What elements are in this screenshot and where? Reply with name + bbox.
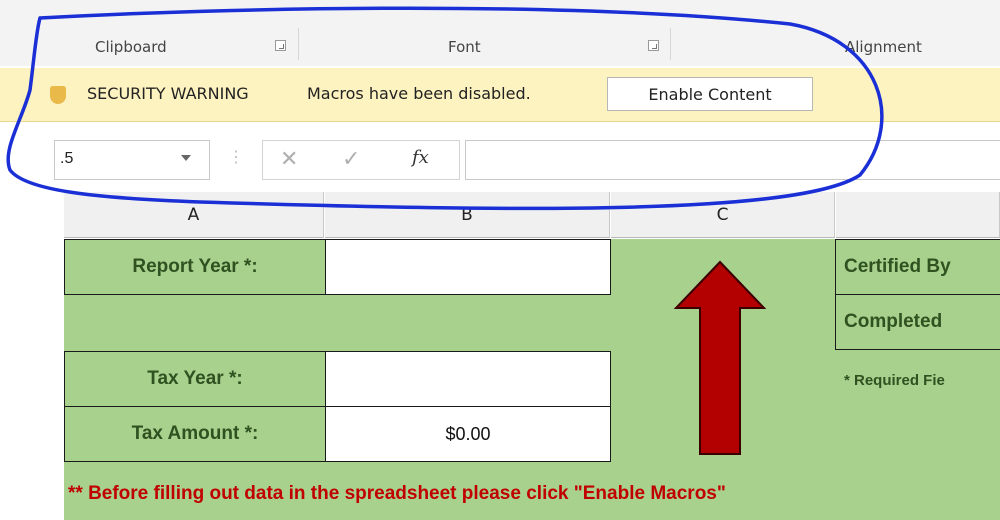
ribbon-group-font-label: Font xyxy=(448,38,481,56)
insert-function-icon[interactable]: fx xyxy=(412,147,429,168)
tax-year-label: Tax Year *: xyxy=(64,351,326,407)
tax-amount-input[interactable]: $0.00 xyxy=(325,406,611,462)
tax-year-input[interactable] xyxy=(325,351,611,407)
required-fields-note: * Required Fie xyxy=(844,372,945,389)
formula-bar-grip[interactable]: ⋮ xyxy=(228,147,244,167)
enable-macros-note: ** Before filling out data in the spread… xyxy=(68,483,726,504)
font-dialog-launcher-icon[interactable] xyxy=(648,40,659,51)
enter-icon[interactable]: ✓ xyxy=(342,146,360,172)
formula-input[interactable] xyxy=(465,140,1000,180)
certified-by-label: Certified By xyxy=(835,239,1000,295)
tax-amount-label: Tax Amount *: xyxy=(64,406,326,462)
column-header-c[interactable]: C xyxy=(611,192,835,238)
enable-content-button[interactable]: Enable Content xyxy=(607,77,813,111)
security-warning-title: SECURITY WARNING xyxy=(87,84,249,103)
column-header-d[interactable] xyxy=(836,192,1000,238)
column-header-a[interactable]: A xyxy=(64,192,324,238)
report-year-label: Report Year *: xyxy=(64,239,326,295)
name-box-value: .5 xyxy=(60,150,74,167)
ribbon-group-clipboard-label: Clipboard xyxy=(95,38,167,56)
completed-label: Completed xyxy=(835,294,1000,350)
ribbon: Clipboard Font Alignment xyxy=(0,0,1000,66)
clipboard-dialog-launcher-icon[interactable] xyxy=(275,40,286,51)
dropdown-arrow-icon[interactable] xyxy=(181,155,191,161)
column-header-b[interactable]: B xyxy=(325,192,610,238)
ribbon-divider xyxy=(670,28,671,60)
security-warning-message: Macros have been disabled. xyxy=(307,84,531,103)
ribbon-group-alignment-label: Alignment xyxy=(845,38,922,56)
cancel-icon[interactable]: ✕ xyxy=(280,146,298,172)
ribbon-divider xyxy=(298,28,299,60)
red-up-arrow-annotation xyxy=(673,260,767,455)
report-year-input[interactable] xyxy=(325,239,611,295)
shield-icon xyxy=(50,86,66,104)
